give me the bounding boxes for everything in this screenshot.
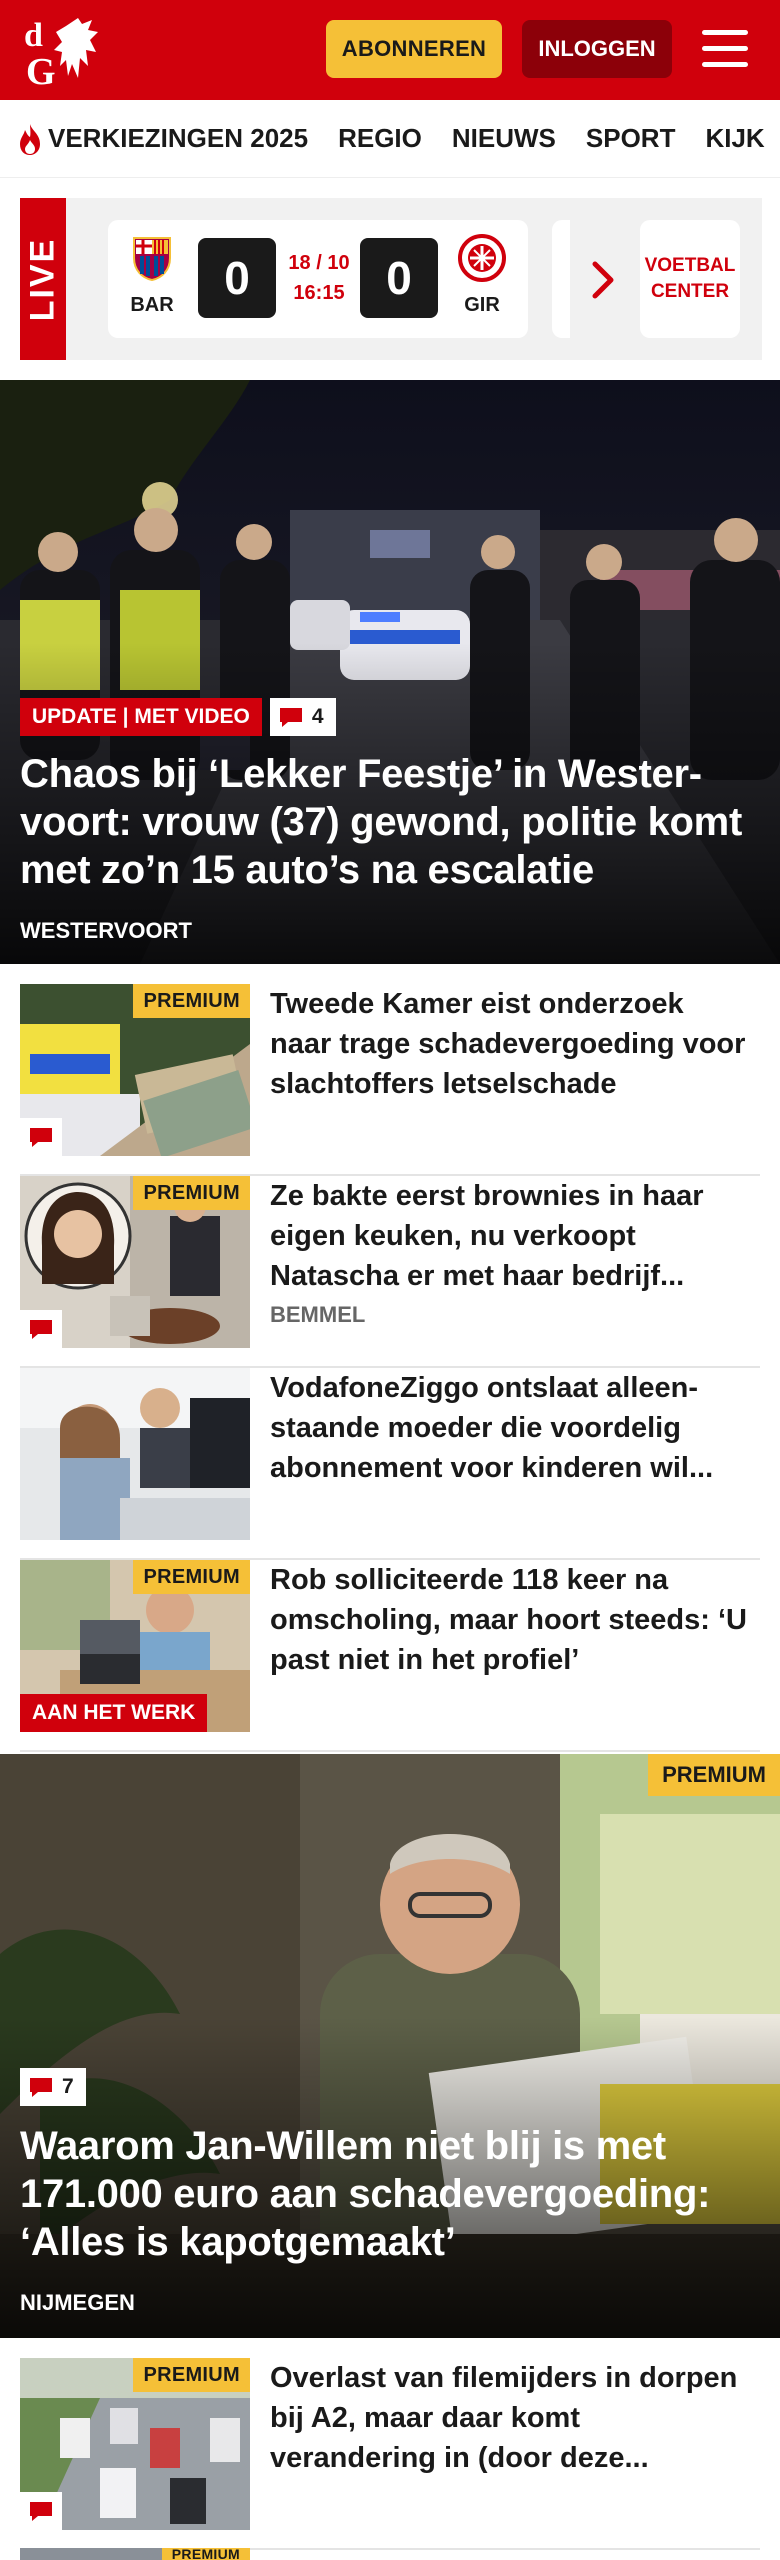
live-label: LIVE [20,198,66,360]
list-item[interactable]: VodafoneZiggo ontslaat alleen-staande mo… [20,1368,760,1560]
nav-item-regio[interactable]: REGIO [338,123,422,154]
thumb-call-center [20,1368,250,1540]
svg-text:d: d [24,17,43,54]
article-title[interactable]: Overlast van filemijders in dorpen bij A… [270,2358,750,2478]
list-item[interactable]: PREMIUM Overlast van filemijders in dorp… [20,2358,760,2550]
home-team-name: BAR [130,294,174,316]
flame-icon [20,123,40,155]
list-item[interactable]: PREMIUM AAN HET WERK Rob solliciteerde 1… [20,1560,760,1752]
chevron-right-icon[interactable] [590,260,616,300]
comment-count: 4 [311,705,324,728]
away-team: GIR [452,234,512,317]
hamburger-menu-icon[interactable] [700,24,750,74]
hero-article[interactable]: UPDATE | MET VIDEO 4 Chaos bij ‘Lekker F… [0,380,780,964]
home-score: 0 [198,238,276,318]
article-thumbnail: PREMIUM [20,1176,250,1348]
hero-badges: UPDATE | MET VIDEO 4 [20,698,336,736]
comment-count: 7 [62,2075,74,2098]
article-thumbnail: PREMIUM [20,984,250,1156]
nav-label: VERKIEZINGEN 2025 [48,123,309,153]
article-thumbnail [20,1368,250,1540]
premium-badge: PREMIUM [133,984,250,1018]
premium-badge: PREMIUM [133,1560,250,1594]
gelderlander-logo-icon: d G [24,17,98,93]
comment-bubble-icon[interactable] [20,2492,62,2530]
hero-location: WESTERVOORT [20,918,192,943]
voetbal-center-button[interactable]: VOETBAL CENTER [640,220,740,338]
match-time: 18 / 10 16:15 [286,248,352,308]
list-item[interactable]: PREMIUM Tweede Kamer eist onderzoek naar… [20,984,760,1176]
logo[interactable]: d G [22,10,114,93]
svg-text:G: G [26,51,56,90]
center-label-2: CENTER [650,281,730,302]
article-title[interactable]: Ze bakte eerst brownies in haar eigen ke… [270,1176,750,1296]
login-button[interactable]: INLOGGEN [522,20,672,78]
barcelona-crest-icon [133,237,171,282]
match-card[interactable]: BAR 0 18 / 10 16:15 0 GIR [108,220,528,338]
hero-article-2[interactable]: PREMIUM 7 Waarom Jan-Willem niet blij is… [0,1754,780,2338]
list-item[interactable]: PREMIUM Ze bakte eerst brownies in haar … [20,1176,760,1368]
article-location: BEMMEL [270,1302,366,1327]
site-header: d G ABONNEREN INLOGGEN [0,0,780,100]
nav-item-verkiezingen[interactable]: VERKIEZINGEN 2025 [16,122,308,156]
home-team: BAR [122,234,182,317]
next-match-card[interactable] [552,220,570,338]
match-kickoff: 16:15 [293,282,345,304]
hero-location: NIJMEGEN [20,2290,135,2315]
nav-item-sport[interactable]: SPORT [586,123,676,154]
premium-badge: PREMIUM [133,1176,250,1210]
live-text: LIVE [23,237,62,321]
article-title[interactable]: Tweede Kamer eist onderzoek naar trage s… [270,984,750,1104]
hero-title[interactable]: Waarom Jan-Willem niet blij is met 171.0… [20,2122,762,2266]
article-title[interactable]: Rob solliciteerde 118 keer na omscholing… [270,1560,750,1680]
list-item[interactable]: PREMIUM [20,2548,760,2560]
category-tag[interactable]: AAN HET WERK [20,1694,208,1732]
comment-bubble-icon [279,708,302,727]
girona-crest-icon [458,234,506,282]
main-navigation: VERKIEZINGEN 2025 REGIO NIEUWS SPORT KIJ… [0,100,780,178]
premium-badge: PREMIUM [648,1754,780,1796]
article-thumbnail: PREMIUM [20,2358,250,2530]
match-date: 18 / 10 [288,252,350,274]
away-score: 0 [360,238,438,318]
comment-bubble-icon [30,2078,52,2097]
live-scores-bar: LIVE BAR 0 18 / 10 16:15 0 GIR VOETBAL C… [0,198,780,360]
premium-badge: PREMIUM [161,2548,250,2560]
subscribe-button[interactable]: ABONNEREN [326,20,502,78]
article-thumbnail: PREMIUM [20,2548,250,2560]
update-tag: UPDATE | MET VIDEO [20,698,262,736]
comment-count-badge[interactable]: 7 [20,2068,86,2106]
nav-item-nieuws[interactable]: NIEUWS [452,123,556,154]
article-title[interactable]: VodafoneZiggo ontslaat alleen-staande mo… [270,1368,750,1488]
nav-item-kijk[interactable]: KIJK [705,123,764,154]
comment-count-badge[interactable]: 4 [269,698,336,736]
comment-bubble-icon[interactable] [20,1310,62,1348]
away-team-name: GIR [464,294,500,316]
premium-badge: PREMIUM [133,2358,250,2392]
hero-title[interactable]: Chaos bij ‘Lekker Feestje’ in Wester-voo… [20,750,762,894]
article-thumbnail: PREMIUM AAN HET WERK [20,1560,250,1732]
center-label-1: VOETBAL [644,255,736,276]
comment-bubble-icon[interactable] [20,1118,62,1156]
